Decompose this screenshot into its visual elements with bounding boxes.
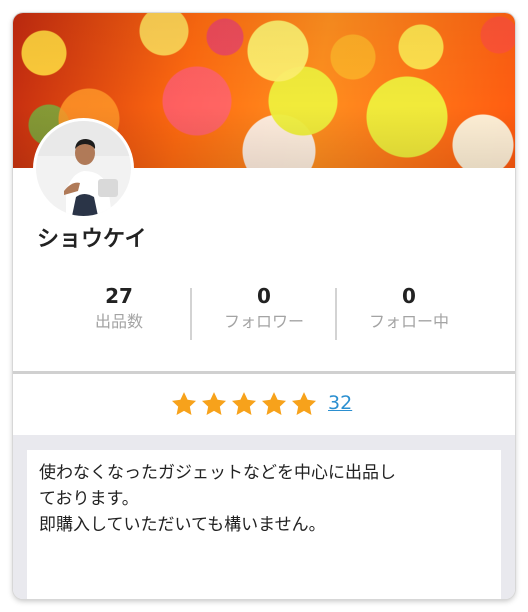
avatar-photo bbox=[36, 121, 131, 216]
stats-row: 27 出品数 0 フォロワー 0 フォロー中 bbox=[13, 283, 515, 343]
star-icon bbox=[291, 392, 317, 415]
profile-name: ショウケイ bbox=[37, 227, 147, 252]
stat-listings-value: 27 bbox=[105, 284, 133, 308]
star-icon bbox=[171, 392, 197, 415]
stat-followers-label: フォロワー bbox=[223, 312, 304, 331]
stat-listings[interactable]: 27 出品数 bbox=[46, 283, 192, 333]
stat-following-label: フォロー中 bbox=[368, 312, 449, 331]
star-icon bbox=[261, 392, 287, 415]
profile-description: 使わなくなったガジェットなどを中心に出品し ております。 即購入していただいても… bbox=[27, 450, 501, 599]
stat-following-value: 0 bbox=[402, 284, 416, 308]
stat-separator bbox=[335, 288, 337, 340]
star-icon bbox=[201, 392, 227, 415]
rating-row[interactable]: 32 bbox=[13, 374, 515, 435]
stat-listings-label: 出品数 bbox=[94, 312, 143, 331]
stat-separator bbox=[190, 288, 192, 340]
stat-followers[interactable]: 0 フォロワー bbox=[191, 283, 337, 333]
rating-stars bbox=[169, 390, 319, 418]
stat-followers-value: 0 bbox=[257, 284, 271, 308]
stat-following[interactable]: 0 フォロー中 bbox=[336, 283, 482, 333]
star-icon bbox=[231, 392, 257, 415]
rating-count-link[interactable]: 32 bbox=[328, 392, 352, 414]
avatar[interactable] bbox=[36, 121, 131, 216]
profile-card: ショウケイ 27 出品数 0 フォロワー 0 フォロー中 32 使わなくなったガ… bbox=[13, 13, 515, 599]
